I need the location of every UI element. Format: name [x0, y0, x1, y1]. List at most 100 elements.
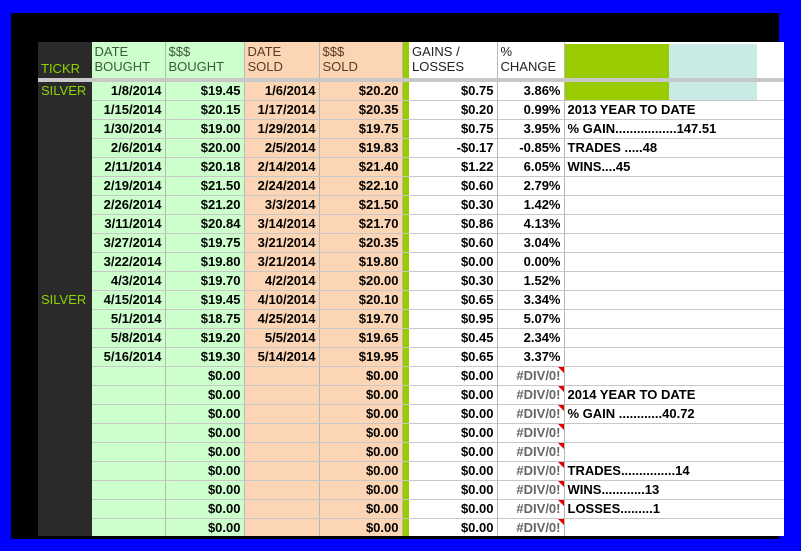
gain-cell[interactable]: $0.65	[409, 290, 498, 310]
date-sold-cell[interactable]: 1/29/2014	[244, 119, 320, 139]
tickr-cell[interactable]	[38, 214, 92, 234]
note-cell[interactable]: 2013 YEAR TO DATE	[564, 100, 784, 120]
gain-cell[interactable]: $0.30	[409, 195, 498, 215]
tickr-cell[interactable]: SILVER	[38, 290, 92, 310]
date-sold-cell[interactable]	[244, 385, 320, 405]
gain-cell[interactable]: -$0.17	[409, 138, 498, 158]
price-bought-cell[interactable]: $19.45	[165, 82, 245, 101]
gain-cell[interactable]: $0.65	[409, 347, 498, 367]
tickr-cell[interactable]	[38, 499, 92, 519]
date-bought-cell[interactable]: 2/11/2014	[91, 157, 166, 177]
pct-change-cell[interactable]: #DIV/0!	[497, 461, 565, 481]
price-bought-cell[interactable]: $0.00	[165, 366, 245, 386]
price-bought-cell[interactable]: $0.00	[165, 385, 245, 405]
tickr-cell[interactable]	[38, 252, 92, 272]
price-sold-cell[interactable]: $0.00	[319, 518, 403, 536]
price-bought-cell[interactable]: $0.00	[165, 423, 245, 443]
date-sold-cell[interactable]: 3/21/2014	[244, 233, 320, 253]
header-date-bought[interactable]: DATE BOUGHT	[91, 42, 166, 78]
price-bought-cell[interactable]: $0.00	[165, 461, 245, 481]
price-sold-cell[interactable]: $20.10	[319, 290, 403, 310]
price-sold-cell[interactable]: $0.00	[319, 442, 403, 462]
gain-cell[interactable]: $0.00	[409, 366, 498, 386]
price-sold-cell[interactable]: $20.00	[319, 271, 403, 291]
date-sold-cell[interactable]	[244, 499, 320, 519]
date-sold-cell[interactable]: 2/14/2014	[244, 157, 320, 177]
date-sold-cell[interactable]	[244, 480, 320, 500]
header-date-sold[interactable]: DATE SOLD	[244, 42, 320, 78]
date-bought-cell[interactable]	[91, 423, 166, 443]
date-bought-cell[interactable]: 1/15/2014	[91, 100, 166, 120]
date-sold-cell[interactable]: 1/6/2014	[244, 82, 320, 101]
price-bought-cell[interactable]: $0.00	[165, 480, 245, 500]
tickr-cell[interactable]	[38, 366, 92, 386]
price-sold-cell[interactable]: $0.00	[319, 480, 403, 500]
pct-change-cell[interactable]: 0.00%	[497, 252, 565, 272]
date-bought-cell[interactable]: 2/6/2014	[91, 138, 166, 158]
note-cell[interactable]: 2014 YEAR TO DATE	[564, 385, 784, 405]
price-sold-cell[interactable]: $20.35	[319, 233, 403, 253]
gain-cell[interactable]: $0.00	[409, 385, 498, 405]
gain-cell[interactable]: $0.20	[409, 100, 498, 120]
pct-change-cell[interactable]: 5.07%	[497, 309, 565, 329]
price-bought-cell[interactable]: $20.15	[165, 100, 245, 120]
date-bought-cell[interactable]: 4/3/2014	[91, 271, 166, 291]
pct-change-cell[interactable]: #DIV/0!	[497, 366, 565, 386]
pct-change-cell[interactable]: 2.79%	[497, 176, 565, 196]
price-bought-cell[interactable]: $0.00	[165, 442, 245, 462]
tickr-cell[interactable]	[38, 233, 92, 253]
gain-cell[interactable]: $0.00	[409, 499, 498, 519]
tickr-cell[interactable]	[38, 119, 92, 139]
date-bought-cell[interactable]: 3/27/2014	[91, 233, 166, 253]
pct-change-cell[interactable]: 6.05%	[497, 157, 565, 177]
header-gains[interactable]: GAINS / LOSSES	[409, 42, 498, 78]
price-sold-cell[interactable]: $20.20	[319, 82, 403, 101]
gain-cell[interactable]: $0.30	[409, 271, 498, 291]
pct-change-cell[interactable]: 3.37%	[497, 347, 565, 367]
note-cell[interactable]	[564, 347, 784, 367]
note-cell[interactable]: LOSSES.........1	[564, 499, 784, 519]
tickr-cell[interactable]	[38, 518, 92, 536]
date-bought-cell[interactable]: 4/15/2014	[91, 290, 166, 310]
note-cell[interactable]	[564, 309, 784, 329]
date-bought-cell[interactable]	[91, 404, 166, 424]
gain-cell[interactable]: $0.45	[409, 328, 498, 348]
price-sold-cell[interactable]: $21.40	[319, 157, 403, 177]
tickr-cell[interactable]	[38, 404, 92, 424]
price-bought-cell[interactable]: $20.84	[165, 214, 245, 234]
pct-change-cell[interactable]: #DIV/0!	[497, 423, 565, 443]
price-sold-cell[interactable]: $22.10	[319, 176, 403, 196]
pct-change-cell[interactable]: #DIV/0!	[497, 480, 565, 500]
price-bought-cell[interactable]: $19.45	[165, 290, 245, 310]
note-cell[interactable]	[564, 82, 784, 101]
price-bought-cell[interactable]: $20.18	[165, 157, 245, 177]
tickr-cell[interactable]	[38, 442, 92, 462]
pct-change-cell[interactable]: 3.34%	[497, 290, 565, 310]
tickr-cell[interactable]	[38, 138, 92, 158]
pct-change-cell[interactable]: 1.52%	[497, 271, 565, 291]
note-cell[interactable]	[564, 214, 784, 234]
date-bought-cell[interactable]: 1/30/2014	[91, 119, 166, 139]
date-bought-cell[interactable]: 2/26/2014	[91, 195, 166, 215]
date-sold-cell[interactable]	[244, 442, 320, 462]
price-sold-cell[interactable]: $0.00	[319, 385, 403, 405]
header-pct-change[interactable]: % CHANGE	[497, 42, 565, 78]
gain-cell[interactable]: $0.00	[409, 442, 498, 462]
price-bought-cell[interactable]: $19.30	[165, 347, 245, 367]
pct-change-cell[interactable]: -0.85%	[497, 138, 565, 158]
date-bought-cell[interactable]	[91, 480, 166, 500]
price-sold-cell[interactable]: $0.00	[319, 499, 403, 519]
header-price-sold[interactable]: $$$ SOLD	[319, 42, 403, 78]
tickr-cell[interactable]	[38, 271, 92, 291]
gain-cell[interactable]: $0.60	[409, 176, 498, 196]
note-cell[interactable]: TRADES .....48	[564, 138, 784, 158]
tickr-cell[interactable]	[38, 157, 92, 177]
date-sold-cell[interactable]: 1/17/2014	[244, 100, 320, 120]
gain-cell[interactable]: $0.00	[409, 423, 498, 443]
gain-cell[interactable]: $0.75	[409, 119, 498, 139]
date-sold-cell[interactable]	[244, 518, 320, 536]
tickr-cell[interactable]	[38, 347, 92, 367]
tickr-cell[interactable]	[38, 480, 92, 500]
pct-change-cell[interactable]: 4.13%	[497, 214, 565, 234]
gain-cell[interactable]: $0.60	[409, 233, 498, 253]
